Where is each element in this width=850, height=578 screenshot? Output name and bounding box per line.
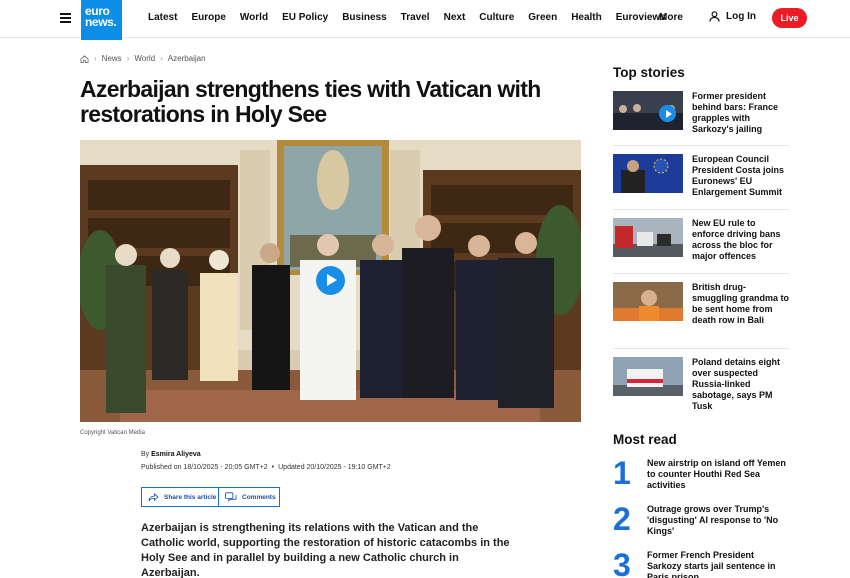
chevron-right-icon: ›: [126, 54, 130, 63]
menu-icon[interactable]: [60, 13, 71, 23]
divider: [613, 348, 789, 349]
site-header: euro news. Latest Europe World EU Policy…: [0, 0, 850, 40]
story-thumbnail: [613, 91, 683, 130]
nav-culture[interactable]: Culture: [479, 12, 514, 23]
chevron-right-icon: ›: [94, 54, 97, 63]
separator-dot: •: [271, 464, 275, 471]
breadcrumb-news[interactable]: News: [102, 54, 122, 63]
story-thumbnail: [613, 154, 683, 193]
nav-next[interactable]: Next: [444, 12, 466, 23]
story-headline: Former president behind bars: France gra…: [692, 91, 779, 134]
home-icon[interactable]: [80, 54, 89, 63]
top-story-item[interactable]: British drug-smuggling grandma to be sen…: [613, 282, 789, 338]
article-video[interactable]: [80, 140, 581, 422]
most-read-title: Most read: [613, 432, 677, 447]
rank-number: 1: [613, 455, 631, 491]
story-thumbnail: [613, 218, 683, 257]
top-story-item[interactable]: Former president behind bars: France gra…: [613, 91, 789, 147]
updated-date: Updated 20/10/2025 - 19:10 GMT+2: [278, 464, 391, 471]
share-bar: Share this article Comments: [141, 487, 280, 507]
nav-travel[interactable]: Travel: [401, 12, 430, 23]
story-headline: New EU rule to enforce driving bans acro…: [692, 218, 781, 261]
top-stories-title: Top stories: [613, 65, 685, 80]
logo-line-2: news.: [85, 15, 117, 29]
main-nav: Latest Europe World EU Policy Business T…: [148, 12, 680, 23]
story-headline: European Council President Costa joins E…: [692, 154, 785, 197]
share-icon: [148, 492, 159, 501]
nav-health[interactable]: Health: [571, 12, 602, 23]
most-read-headline: New airstrip on island off Yemen to coun…: [647, 458, 786, 490]
image-caption: Copyright Vatican Media: [80, 430, 145, 436]
byline: By Esmira Aliyeva: [141, 451, 201, 458]
euronews-logo[interactable]: euro news.: [81, 0, 122, 40]
divider: [613, 273, 789, 274]
publish-info: Published on 18/10/2025 - 20:05 GMT+2 • Up…: [141, 464, 391, 471]
rank-number: 3: [613, 547, 631, 578]
nav-europe[interactable]: Europe: [191, 12, 225, 23]
breadcrumb-world[interactable]: World: [134, 54, 155, 63]
top-story-item[interactable]: European Council President Costa joins E…: [613, 154, 789, 210]
rank-number: 2: [613, 501, 631, 537]
nav-latest[interactable]: Latest: [148, 12, 177, 23]
breadcrumb-azerbaijan[interactable]: Azerbaijan: [168, 54, 206, 63]
divider: [613, 145, 789, 146]
article-lead: Azerbaijan is strengthening its relation…: [141, 522, 510, 578]
nav-more[interactable]: More: [659, 12, 683, 23]
most-read-headline: Outrage grows over Trump's 'disgusting' …: [647, 504, 779, 536]
byline-prefix: By: [141, 451, 152, 458]
author-name[interactable]: Esmira Aliyeva: [151, 451, 201, 458]
login-label: Log In: [726, 11, 756, 22]
comments-button[interactable]: Comments: [219, 488, 279, 506]
top-story-item[interactable]: Poland detains eight over suspected Russ…: [613, 357, 789, 413]
story-headline: British drug-smuggling grandma to be sen…: [692, 282, 790, 325]
live-button[interactable]: Live: [772, 8, 807, 28]
nav-green[interactable]: Green: [528, 12, 557, 23]
nav-eu-policy[interactable]: EU Policy: [282, 12, 328, 23]
article-title: Azerbaijan strengthens ties with Vatican…: [80, 76, 541, 127]
breadcrumb: › News › World › Azerbaijan: [80, 54, 206, 63]
most-read-item[interactable]: 2 Outrage grows over Trump's 'disgusting…: [613, 501, 789, 537]
user-icon: [709, 11, 720, 22]
most-read-item[interactable]: 1 New airstrip on island off Yemen to co…: [613, 455, 789, 491]
share-label: Share this article: [164, 493, 217, 501]
most-read-headline: Former French President Sarkozy starts j…: [647, 550, 776, 578]
top-story-item[interactable]: New EU rule to enforce driving bans acro…: [613, 218, 789, 274]
story-headline: Poland detains eight over suspected Russ…: [692, 357, 781, 411]
story-thumbnail: [613, 357, 683, 396]
play-icon: [659, 105, 676, 122]
nav-world[interactable]: World: [240, 12, 268, 23]
nav-business[interactable]: Business: [342, 12, 386, 23]
chevron-right-icon: ›: [160, 54, 163, 63]
comment-icon: [225, 492, 237, 502]
login-button[interactable]: Log In: [709, 11, 756, 22]
comments-label: Comments: [242, 493, 276, 501]
play-icon[interactable]: [316, 266, 345, 295]
published-date: Published on 18/10/2025 - 20:05 GMT+2: [141, 464, 268, 471]
divider: [613, 209, 789, 210]
story-thumbnail: [613, 282, 683, 321]
most-read-item[interactable]: 3 Former French President Sarkozy starts…: [613, 547, 789, 578]
share-button[interactable]: Share this article: [142, 488, 219, 506]
